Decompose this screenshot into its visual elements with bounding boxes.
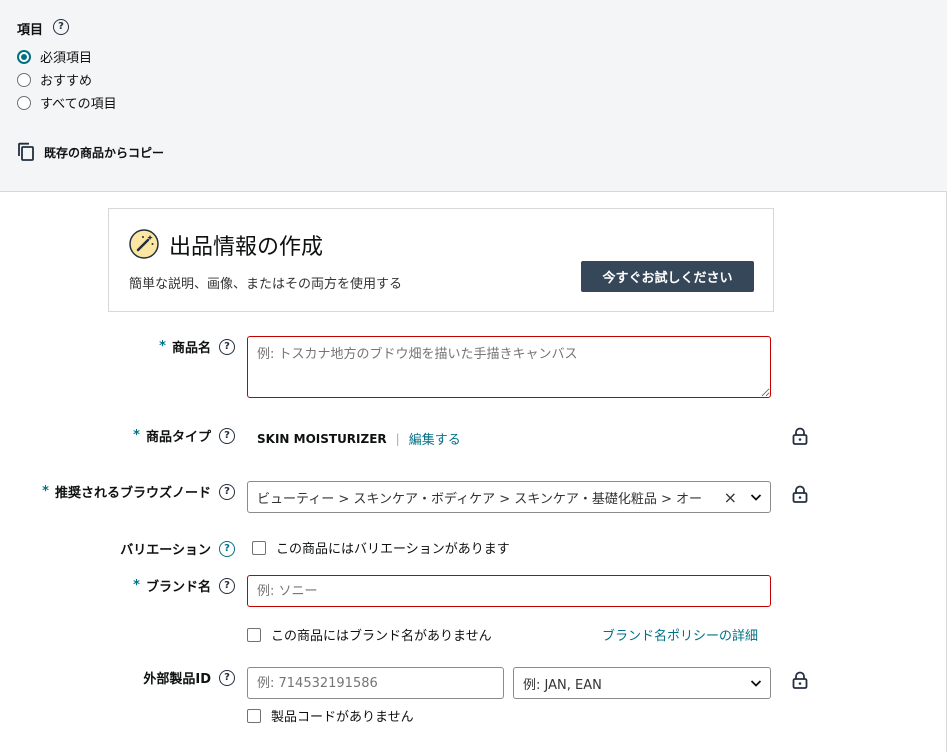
browse-node-select[interactable]: ビューティー > スキンケア・ボディケア > スキンケア・基礎化粧品 > オー … xyxy=(247,481,771,513)
product-type-value: SKIN MOISTURIZER | 編集する xyxy=(257,429,461,449)
magic-wand-icon xyxy=(129,229,159,259)
chevron-down-icon[interactable] xyxy=(750,677,762,689)
separator: | xyxy=(395,431,400,446)
external-id-input[interactable] xyxy=(247,667,504,699)
label-text: 商品名 xyxy=(171,341,211,356)
product-type-label: * 商品タイプ ? xyxy=(133,426,235,445)
checkbox-label: この商品にはバリエーションがあります xyxy=(276,542,510,557)
radio-all[interactable]: すべての項目 xyxy=(17,93,117,112)
product-name-label: * 商品名 ? xyxy=(159,337,235,356)
help-icon[interactable]: ? xyxy=(219,577,235,594)
brand-label: * ブランド名 ? xyxy=(133,576,235,595)
radio-button-checked[interactable] xyxy=(17,49,31,64)
product-type-text: SKIN MOISTURIZER xyxy=(257,431,387,446)
chevron-down-icon[interactable] xyxy=(750,491,762,503)
radio-button[interactable] xyxy=(17,95,31,110)
label-text: ブランド名 xyxy=(145,580,211,595)
id-type-select[interactable]: 例: JAN, EAN xyxy=(513,667,771,699)
required-marker: * xyxy=(133,428,140,443)
radio-label: すべての項目 xyxy=(40,97,117,112)
brand-policy-link[interactable]: ブランド名ポリシーの詳細 xyxy=(602,625,758,644)
help-icon[interactable]: ? xyxy=(219,540,235,557)
help-icon[interactable]: ? xyxy=(219,669,235,686)
create-listing-card: 出品情報の作成 簡単な説明、画像、またはその両方を使用する 今すぐお試しください xyxy=(108,208,774,312)
no-product-code-checkbox-row[interactable]: 製品コードがありません xyxy=(247,706,414,725)
help-icon[interactable]: ? xyxy=(219,338,235,355)
label-text: 推奨されるブラウズノード xyxy=(54,486,211,501)
copy-icon xyxy=(18,142,34,161)
required-marker: * xyxy=(133,578,140,593)
lock-icon xyxy=(792,671,808,689)
no-brand-checkbox-row[interactable]: この商品にはブランド名がありません xyxy=(247,625,492,644)
browse-node-value: ビューティー > スキンケア・ボディケア > スキンケア・基礎化粧品 > オー xyxy=(257,491,703,507)
label-text: 商品タイプ xyxy=(145,430,211,445)
radio-recommended[interactable]: おすすめ xyxy=(17,70,92,89)
lock-icon xyxy=(792,427,808,445)
variation-checkbox-row[interactable]: この商品にはバリエーションがあります xyxy=(252,538,510,557)
no-product-code-checkbox[interactable] xyxy=(247,708,261,723)
product-name-input[interactable] xyxy=(247,336,771,398)
card-title: 出品情報の作成 xyxy=(169,235,324,260)
help-icon[interactable]: ? xyxy=(219,483,235,500)
external-id-label: 外部製品ID ? xyxy=(143,668,235,687)
radio-label: おすすめ xyxy=(40,74,93,89)
copy-label: 既存の商品からコピー xyxy=(44,145,165,160)
copy-existing-product-link[interactable]: 既存の商品からコピー xyxy=(17,142,164,162)
edit-product-type-link[interactable]: 編集する xyxy=(409,429,461,448)
label-text: バリエーション xyxy=(120,543,211,558)
id-type-placeholder: 例: JAN, EAN xyxy=(523,677,602,693)
filter-title: 項目 xyxy=(17,23,44,38)
browse-node-label: * 推奨されるブラウズノード ? xyxy=(42,482,235,501)
required-marker: * xyxy=(159,339,166,354)
radio-label: 必須項目 xyxy=(40,51,93,66)
required-marker: * xyxy=(42,484,49,499)
variation-checkbox[interactable] xyxy=(252,540,266,555)
radio-required[interactable]: 必須項目 xyxy=(17,47,92,66)
label-text: 外部製品ID xyxy=(143,672,211,687)
help-icon[interactable]: ? xyxy=(53,19,69,35)
help-icon[interactable]: ? xyxy=(219,427,235,444)
radio-button[interactable] xyxy=(17,72,31,87)
checkbox-label: 製品コードがありません xyxy=(271,710,414,725)
checkbox-label: この商品にはブランド名がありません xyxy=(271,629,492,644)
card-description: 簡単な説明、画像、またはその両方を使用する xyxy=(129,277,403,292)
brand-name-input[interactable] xyxy=(247,575,771,607)
clear-icon[interactable]: × xyxy=(724,488,737,507)
lock-icon xyxy=(792,485,808,503)
no-brand-checkbox[interactable] xyxy=(247,627,261,642)
try-now-button[interactable]: 今すぐお試しください xyxy=(581,261,754,292)
variation-label: バリエーション ? xyxy=(120,539,235,558)
filter-panel: 項目 ? 必須項目 おすすめ すべての項目 既存の商品からコピー xyxy=(0,0,947,192)
